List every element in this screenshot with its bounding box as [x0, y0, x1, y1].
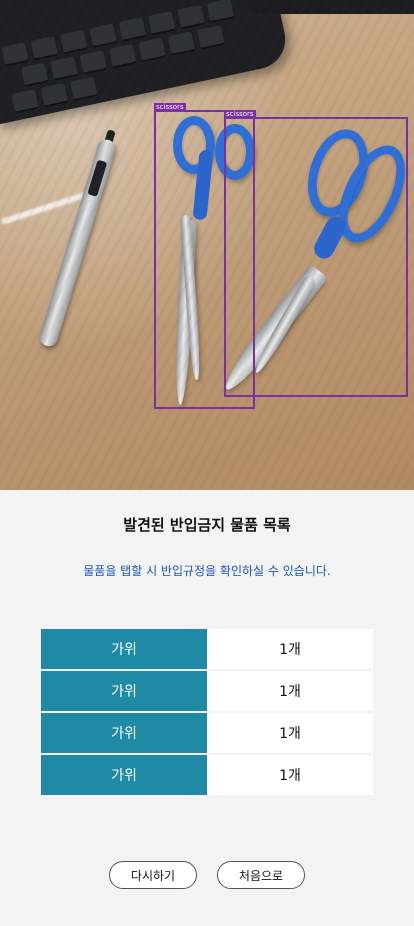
item-name[interactable]: 가위 [41, 713, 207, 753]
item-count: 1개 [207, 671, 373, 711]
table-row[interactable]: 가위 1개 [41, 755, 373, 795]
item-count: 1개 [207, 713, 373, 753]
table-row[interactable]: 가위 1개 [41, 671, 373, 711]
retry-button[interactable]: 다시하기 [109, 861, 197, 889]
table-row[interactable]: 가위 1개 [41, 629, 373, 669]
detection-box-1: scissors [154, 103, 255, 409]
detection-photo: scissors scissors [0, 0, 414, 490]
home-button[interactable]: 처음으로 [217, 861, 305, 889]
item-name[interactable]: 가위 [41, 671, 207, 711]
page-subtitle: 물품을 탭할 시 반입규정을 확인하실 수 있습니다. [83, 564, 331, 578]
detection-label: scissors [224, 110, 256, 119]
item-count: 1개 [207, 629, 373, 669]
utility-knife-image [37, 129, 118, 349]
keyboard-image [0, 0, 291, 125]
light-glare [1, 191, 89, 225]
item-count: 1개 [207, 755, 373, 795]
item-table: 가위 1개 가위 1개 가위 1개 가위 1개 [41, 629, 373, 797]
item-name[interactable]: 가위 [41, 755, 207, 795]
item-name[interactable]: 가위 [41, 629, 207, 669]
detection-label: scissors [154, 103, 186, 112]
detection-box-2: scissors [224, 110, 408, 397]
keyboard-edge-image [250, 0, 414, 14]
page-title: 발견된 반입금지 물품 목록 [123, 516, 291, 534]
table-row[interactable]: 가위 1개 [41, 713, 373, 753]
